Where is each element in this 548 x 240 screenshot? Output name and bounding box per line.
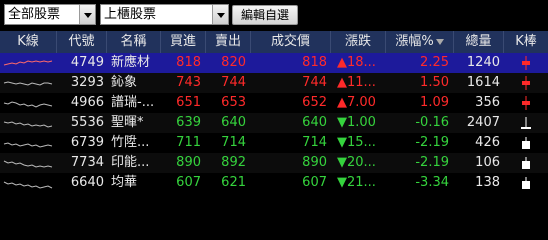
cell-code: 4966: [70, 95, 104, 110]
cell-bid: 743: [176, 75, 201, 90]
col-pct[interactable]: 漲幅%: [386, 31, 454, 53]
cell-code: 6739: [70, 135, 104, 150]
cell-name: 鈊象: [111, 75, 138, 90]
cell-change: ▼15...: [337, 135, 376, 150]
candlestick-icon: [522, 56, 530, 70]
cell-volume: 1614: [466, 75, 500, 90]
cell-volume: 426: [475, 135, 500, 150]
table-row[interactable]: 4749 新應材 818 820 818 ▲18... 2.25 1240: [0, 53, 548, 73]
cell-change: ▼20...: [337, 155, 376, 170]
cell-pct: -0.16: [415, 115, 449, 130]
chevron-down-icon[interactable]: [212, 5, 228, 24]
cell-volume: 1240: [466, 55, 500, 70]
col-volume[interactable]: 總量: [454, 31, 504, 53]
cell-price: 890: [302, 155, 327, 170]
sparkline: [3, 60, 53, 66]
col-name[interactable]: 名稱: [107, 31, 161, 53]
cell-bid: 818: [176, 55, 201, 70]
cell-volume: 138: [475, 175, 500, 190]
category-dropdown[interactable]: 全部股票: [4, 4, 96, 25]
col-kline[interactable]: K線: [0, 31, 57, 53]
cell-price: 607: [302, 175, 327, 190]
cell-price: 652: [302, 95, 327, 110]
cell-code: 7734: [70, 155, 104, 170]
cell-change: ▲18...: [337, 55, 376, 70]
sort-desc-icon: [435, 38, 444, 45]
cell-ask: 820: [221, 55, 246, 70]
cell-ask: 621: [221, 175, 246, 190]
sparkline: [3, 101, 53, 108]
candlestick-icon: [522, 137, 530, 149]
cell-volume: 2407: [466, 115, 500, 130]
table-row[interactable]: 6739 竹陞... 711 714 714 ▼15... -2.19 426: [0, 133, 548, 153]
candlestick-icon: [522, 157, 530, 169]
table-row[interactable]: 3293 鈊象 743 744 744 ▲11... 1.50 1614: [0, 73, 548, 93]
cell-pct: 2.25: [420, 55, 449, 70]
cell-volume: 356: [475, 95, 500, 110]
cell-name: 均華: [111, 175, 138, 190]
col-code[interactable]: 代號: [57, 31, 107, 53]
cell-code: 5536: [70, 115, 104, 130]
cell-name: 竹陞...: [111, 135, 150, 150]
col-change[interactable]: 漲跌: [331, 31, 386, 53]
cell-code: 3293: [70, 75, 104, 90]
cell-pct: 1.50: [420, 75, 449, 90]
cell-change: ▲11...: [337, 75, 376, 90]
candlestick-icon: [521, 117, 531, 129]
cell-price: 744: [302, 75, 327, 90]
col-kbar[interactable]: K棒: [504, 31, 548, 53]
candlestick-icon: [522, 76, 530, 90]
cell-price: 640: [302, 115, 327, 130]
cell-pct: -2.19: [415, 155, 449, 170]
cell-pct: 1.09: [420, 95, 449, 110]
cell-ask: 892: [221, 155, 246, 170]
cell-bid: 651: [176, 95, 201, 110]
col-ask[interactable]: 賣出: [206, 31, 251, 53]
category-value: 全部股票: [8, 7, 61, 22]
cell-name: 印能...: [111, 155, 150, 170]
table-row[interactable]: 7734 印能... 890 892 890 ▼20... -2.19 106: [0, 153, 548, 173]
chevron-down-icon[interactable]: [79, 5, 95, 24]
cell-name: 譜瑞-...: [111, 95, 155, 110]
sparkline: [3, 121, 53, 128]
cell-change: ▼1.00: [337, 115, 376, 130]
sparkline: [3, 142, 53, 148]
cell-code: 4749: [70, 55, 104, 70]
cell-code: 6640: [70, 175, 104, 190]
cell-bid: 890: [176, 155, 201, 170]
candlestick-icon: [522, 96, 530, 110]
toolbar: 全部股票 上櫃股票 編輯自選: [0, 0, 548, 29]
col-bid[interactable]: 買進: [161, 31, 206, 53]
col-price[interactable]: 成交價: [251, 31, 331, 53]
cell-bid: 711: [176, 135, 201, 150]
table-row[interactable]: 6640 均華 607 621 607 ▼21... -3.34 138: [0, 173, 548, 193]
cell-price: 714: [302, 135, 327, 150]
edit-watchlist-button[interactable]: 編輯自選: [232, 5, 298, 25]
cell-ask: 744: [221, 75, 246, 90]
sparkline: [3, 181, 53, 189]
cell-pct: -3.34: [415, 175, 449, 190]
cell-ask: 640: [221, 115, 246, 130]
col-pct-label: 漲幅%: [395, 34, 434, 49]
cell-name: 新應材: [111, 55, 151, 70]
table-header: K線 代號 名稱 買進 賣出 成交價 漲跌 漲幅% 總量 K棒: [0, 31, 548, 53]
cell-ask: 714: [221, 135, 246, 150]
cell-ask: 653: [221, 95, 246, 110]
cell-name: 聖暉*: [111, 115, 144, 130]
sparkline: [3, 160, 53, 168]
table-row[interactable]: 4966 譜瑞-... 651 653 652 ▲7.00 1.09 356: [0, 93, 548, 113]
sparkline: [3, 81, 53, 86]
cell-price: 818: [302, 55, 327, 70]
cell-change: ▼21...: [337, 175, 376, 190]
market-dropdown[interactable]: 上櫃股票: [100, 4, 229, 25]
cell-pct: -2.19: [415, 135, 449, 150]
market-value: 上櫃股票: [104, 7, 157, 22]
cell-bid: 639: [176, 115, 201, 130]
cell-volume: 106: [475, 155, 500, 170]
quote-app: 全部股票 上櫃股票 編輯自選 K線 代號 名稱 買進 賣出 成交價 漲跌 漲幅%…: [0, 0, 548, 210]
cell-change: ▲7.00: [337, 95, 376, 110]
candlestick-icon: [522, 177, 530, 189]
cell-bid: 607: [176, 175, 201, 190]
table-row[interactable]: 5536 聖暉* 639 640 640 ▼1.00 -0.16 2407: [0, 113, 548, 133]
